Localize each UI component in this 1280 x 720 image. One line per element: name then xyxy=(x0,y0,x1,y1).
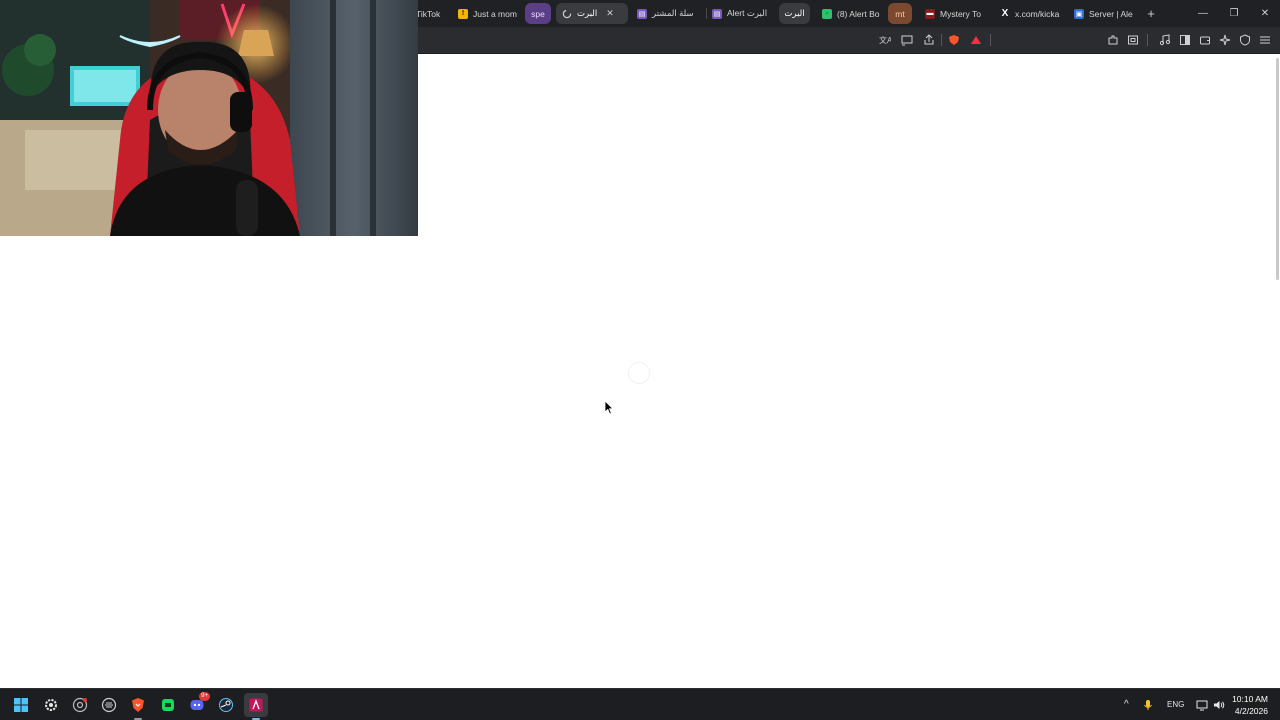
language-indicator[interactable]: ENG xyxy=(1167,700,1184,709)
clock-time: 10:10 AM xyxy=(1232,694,1268,704)
tab-label: spe xyxy=(531,8,545,19)
tab-label: mt xyxy=(895,8,905,19)
tray-overflow-icon[interactable]: ^ xyxy=(1124,699,1129,710)
tab-label: Alert البرت xyxy=(727,8,768,18)
network-icon[interactable] xyxy=(1193,693,1211,717)
discord-badge: 9+ xyxy=(199,692,210,701)
cast-icon[interactable] xyxy=(899,32,915,48)
brave-rewards-icon[interactable] xyxy=(968,32,984,48)
loading-spinner-icon xyxy=(628,362,650,384)
clock-date: 4/2/2026 xyxy=(1234,706,1268,716)
translate-icon[interactable]: 文A xyxy=(877,32,893,48)
restore-button[interactable]: ❐ xyxy=(1226,5,1242,21)
tab-label: x.com/kicka xyxy=(1015,8,1060,19)
system-clock[interactable]: 10:10 AM 4/2/2026 xyxy=(1232,693,1268,717)
x-logo-icon: X xyxy=(1001,8,1009,19)
tab-mystery[interactable]: ▬ Mystery To xyxy=(919,3,991,24)
sidebar-icon[interactable] xyxy=(1177,32,1193,48)
tab-x[interactable]: X x.com/kicka xyxy=(994,3,1064,24)
settings-icon[interactable] xyxy=(39,693,63,717)
steam-icon[interactable] xyxy=(214,693,238,717)
toolbar-divider xyxy=(990,34,991,46)
brave-shields-icon[interactable] xyxy=(946,32,962,48)
tab-label: Server | Ale xyxy=(1089,8,1133,19)
close-window-button[interactable]: ✕ xyxy=(1257,5,1273,21)
chat-icon: ● xyxy=(822,8,832,19)
close-tab-icon[interactable]: ✕ xyxy=(606,8,614,19)
lines-icon[interactable] xyxy=(97,693,121,717)
tab-cart[interactable]: ▤ سلة المشتر xyxy=(631,3,703,24)
tab-alert-pinned[interactable]: البرت xyxy=(779,3,810,24)
tab-label: Mystery To xyxy=(940,8,981,19)
page-scrollbar[interactable] xyxy=(1276,58,1279,280)
discord-icon[interactable]: 9+ xyxy=(185,692,210,717)
new-tab-button[interactable]: + xyxy=(1143,5,1159,21)
tab-label: البرت xyxy=(577,8,598,18)
warning-favicon-icon: ! xyxy=(458,8,468,19)
chrome-icon[interactable] xyxy=(68,693,92,717)
tab-label: البرت xyxy=(784,8,805,18)
mouse-cursor-icon xyxy=(604,400,614,415)
menu-icon[interactable] xyxy=(1257,32,1273,48)
tab-server[interactable]: ▣ Server | Ale xyxy=(1068,3,1136,24)
store-icon: ▤ xyxy=(637,8,647,19)
loading-icon xyxy=(562,9,572,19)
tab-spe[interactable]: spe xyxy=(525,3,551,24)
tab-label: (8) Alert Bo xyxy=(837,8,880,19)
wallet-icon[interactable] xyxy=(1197,32,1213,48)
tab-mt[interactable]: mt xyxy=(888,3,912,24)
toolbar-divider xyxy=(941,34,942,46)
vpn-icon[interactable] xyxy=(1237,32,1253,48)
media-icon[interactable] xyxy=(1157,32,1173,48)
tab-label: سلة المشتر xyxy=(652,8,694,18)
leo-ai-icon[interactable] xyxy=(1217,32,1233,48)
minimize-button[interactable]: — xyxy=(1195,5,1211,21)
store-icon: ▤ xyxy=(712,8,722,19)
tab-alert[interactable]: ▤ Alert البرت xyxy=(706,3,776,24)
volume-icon[interactable] xyxy=(1210,693,1228,717)
brave-icon[interactable] xyxy=(126,693,150,720)
tab-active-loading[interactable]: البرت ✕ xyxy=(556,3,628,24)
tab-label: Just a mom xyxy=(473,8,517,19)
mystery-favicon-icon: ▬ xyxy=(925,8,935,19)
extensions-icon[interactable] xyxy=(1105,32,1121,48)
tab-alert-bot[interactable]: ● (8) Alert Bo xyxy=(816,3,886,24)
toolbar-divider xyxy=(1147,34,1148,46)
windows-taskbar: 9+ ^ ENG 10:10 AM 4/2/2026 xyxy=(0,688,1280,720)
svg-text:文A: 文A xyxy=(879,35,891,45)
server-favicon-icon: ▣ xyxy=(1074,8,1084,19)
tab-label: TikTok xyxy=(416,8,441,19)
microphone-icon[interactable] xyxy=(1138,693,1158,717)
webcam-overlay xyxy=(0,0,418,236)
share-icon[interactable] xyxy=(921,32,937,48)
screen: TikTok ! Just a mom spe البرت ✕ ▤ سلة ال… xyxy=(0,0,1280,720)
app-green-icon[interactable] xyxy=(156,693,180,717)
windows-start-icon[interactable] xyxy=(9,693,33,717)
app-red-icon[interactable] xyxy=(244,693,268,720)
tab-just-a-moment[interactable]: ! Just a mom xyxy=(452,3,522,24)
screenshot-icon[interactable] xyxy=(1125,32,1141,48)
webcam-feed xyxy=(0,0,418,236)
